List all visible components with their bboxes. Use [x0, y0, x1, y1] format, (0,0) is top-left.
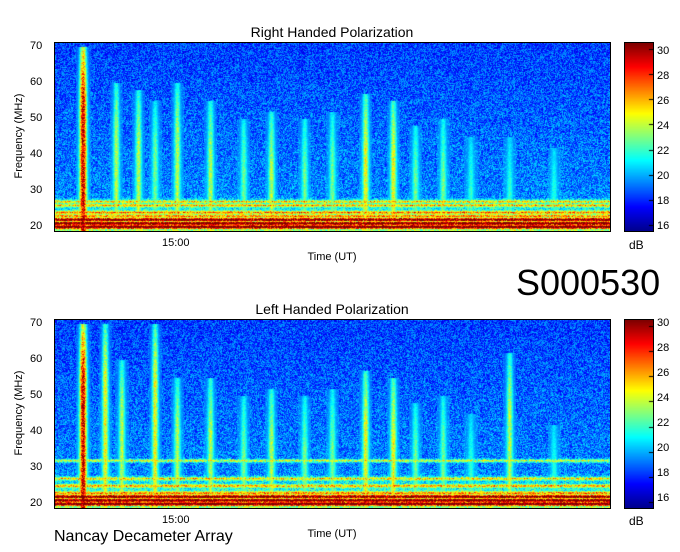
colorbar-tick: 22 — [657, 417, 670, 429]
y-tick-label: 30 — [30, 461, 43, 473]
x-axis-label: Time (UT) — [307, 528, 357, 540]
y-tick-label: 60 — [30, 76, 43, 88]
x-axis-label: Time (UT) — [307, 251, 357, 263]
colorbar-tick: 26 — [657, 95, 670, 107]
y-tick-label: 70 — [30, 40, 43, 52]
colorbar-tick: 26 — [657, 367, 670, 379]
x-tick-label: 15:00 — [162, 514, 190, 526]
colorbar-tick: 24 — [657, 120, 670, 132]
colorbar-unit: dB — [629, 514, 644, 528]
colorbar-tick: 20 — [657, 170, 670, 182]
y-tick-label: 40 — [30, 425, 43, 437]
y-tick-label: 30 — [30, 184, 43, 196]
colorbar-tick: 28 — [657, 70, 670, 82]
colorbar-tick: 30 — [657, 45, 670, 57]
y-tick-label: 60 — [30, 353, 43, 365]
spectrogram-right — [54, 42, 611, 232]
colorbar-tick: 16 — [657, 220, 670, 232]
chart-title: Right Handed Polarization — [250, 24, 414, 40]
y-tick-label: 50 — [30, 112, 43, 124]
colorbar-tick: 16 — [657, 492, 670, 504]
y-axis-label: Frequency (MHz) — [13, 370, 25, 456]
y-tick-label: 50 — [30, 389, 43, 401]
observation-id: S000530 — [516, 262, 661, 303]
colorbar-tick: 22 — [657, 145, 670, 157]
spectrogram-left — [54, 319, 611, 509]
y-axis-label: Frequency (MHz) — [13, 93, 25, 179]
colorbar-tick: 20 — [657, 442, 670, 454]
colorbar-right — [624, 42, 654, 232]
y-tick-label: 20 — [30, 497, 43, 509]
colorbar-unit: dB — [629, 238, 644, 252]
y-tick-label: 70 — [30, 317, 43, 329]
colorbar-tick: 24 — [657, 392, 670, 404]
colorbar-left — [624, 319, 654, 509]
chart-title: Left Handed Polarization — [255, 301, 409, 317]
colorbar-tick: 18 — [657, 195, 670, 207]
colorbar-tick: 30 — [657, 317, 670, 329]
instrument-label: Nancay Decameter Array — [54, 528, 233, 545]
y-tick-label: 20 — [30, 220, 43, 232]
colorbar-tick: 28 — [657, 342, 670, 354]
y-tick-label: 40 — [30, 148, 43, 160]
x-tick-label: 15:00 — [162, 237, 190, 249]
colorbar-tick: 18 — [657, 467, 670, 479]
